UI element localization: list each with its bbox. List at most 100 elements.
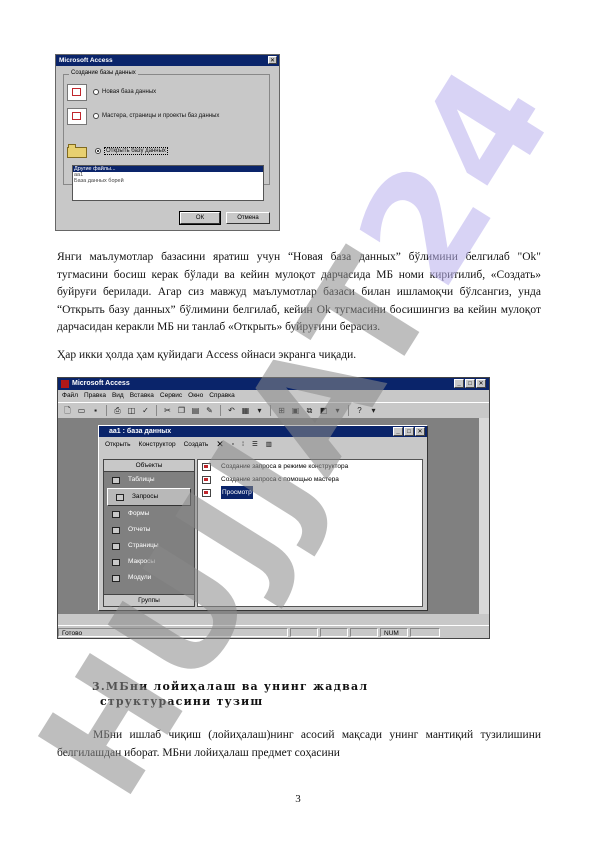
access-titlebar: Microsoft Access _ □ ✕ [58,378,489,390]
object-tables[interactable]: Таблицы [104,472,194,488]
option-wizard[interactable]: Мастера, страницы и проекты баз данных [67,105,219,127]
list-item-label: Создание запроса в режиме конструктора [221,463,349,470]
design-button[interactable]: Конструктор [139,441,176,448]
print-icon[interactable]: ⎙ [112,405,123,416]
save-icon[interactable]: ▪ [90,405,101,416]
recent-files-list[interactable]: Другие файлы... aa1 База данных борей [72,165,264,201]
object-reports[interactable]: Отчеты [104,522,194,538]
status-cell [290,627,318,637]
paragraph-1: Янги маълумотлар базасини яратиш учун “Н… [57,251,541,333]
chevron-down-icon[interactable]: ▾ [332,405,343,416]
object-label: Отчеты [128,526,151,533]
menu-insert[interactable]: Вставка [130,390,154,402]
radio-open-database[interactable] [95,148,101,154]
design-query-icon [202,462,211,471]
option-new-label: Новая база данных [102,89,157,95]
radio-new-database[interactable] [93,89,99,95]
maximize-icon[interactable]: □ [404,427,414,436]
object-macros[interactable]: Макросы [104,554,194,570]
status-text: Готово [58,627,288,637]
new-object-icon[interactable]: ◩ [318,405,329,416]
menu-bar: Файл Правка Вид Вставка Сервис Окно Спра… [58,390,489,402]
menu-view[interactable]: Вид [112,390,124,402]
option-open-label: Открыть базу данных [104,147,168,155]
chevron-down-icon[interactable]: ▾ [368,405,379,416]
menu-help[interactable]: Справка [209,390,235,402]
create-button[interactable]: Создать [184,441,209,448]
heading-line-1: 3.МБни лойиҳалаш ва унинг жадвал [92,680,369,693]
list-view-icon[interactable]: ☰ [252,440,258,448]
wizard-icon [67,107,87,125]
toolbar-divider [156,405,157,416]
paragraph-2: Ҳар икки ҳолда ҳам қуйидаги Access ойнас… [57,349,357,361]
small-icons-icon[interactable]: ⁞ [242,441,244,448]
object-label: Таблицы [128,476,155,483]
option-open-database[interactable]: Открыть базу данных [67,140,168,162]
list-item-label: Просмотр [221,486,253,499]
object-label: Страницы [128,542,159,549]
undo-icon[interactable]: ↶ [226,405,237,416]
format-painter-icon[interactable]: ✎ [204,405,215,416]
objects-panel: Объекты Таблицы Запросы Формы Отчеты Стр… [103,459,195,607]
object-label: Макросы [128,558,156,565]
objects-header[interactable]: Объекты [104,460,194,472]
window-controls: _ □ ✕ [453,379,486,388]
minimize-icon[interactable]: _ [454,379,464,388]
close-icon[interactable]: ✕ [415,427,425,436]
object-label: Запросы [132,493,159,500]
maximize-icon[interactable]: □ [465,379,475,388]
close-icon[interactable]: ✕ [268,56,277,64]
object-queries[interactable]: Запросы [107,488,191,506]
toolbar-divider [270,405,271,416]
folder-open-icon [67,143,89,159]
menu-edit[interactable]: Правка [84,390,106,402]
list-item[interactable]: Просмотр [198,486,422,499]
relationships-icon[interactable]: ⧉ [304,405,315,416]
file-item[interactable]: База данных борей [73,178,263,184]
office-links-icon[interactable]: ▦ [240,405,251,416]
details-view-icon[interactable]: ▥ [266,440,272,448]
spelling-icon[interactable]: ✓ [140,405,151,416]
macro-icon [112,558,120,566]
analyze-icon[interactable]: ⊞ [276,405,287,416]
dialog-titlebar: Microsoft Access ✕ [56,55,279,66]
option-new-database[interactable]: Новая база данных [67,81,156,103]
menu-file[interactable]: Файл [62,390,78,402]
vertical-scrollbar[interactable] [479,418,489,614]
help-icon[interactable]: ? [354,405,365,416]
minimize-icon[interactable]: _ [393,427,403,436]
ok-button[interactable]: ОК [179,211,221,225]
object-modules[interactable]: Модули [104,570,194,586]
object-pages[interactable]: Страницы [104,538,194,554]
cancel-button[interactable]: Отмена [226,212,270,224]
access-main-window: Microsoft Access _ □ ✕ Файл Правка Вид В… [57,377,490,639]
print-preview-icon[interactable]: ◫ [126,405,137,416]
copy-icon[interactable]: ❐ [176,405,187,416]
paragraph-3: МБни ишлаб чиқиш (лойиҳалаш)нинг асосий … [57,729,541,759]
report-icon [112,526,120,534]
status-cell [350,627,378,637]
page-number: 3 [295,793,301,805]
groups-header[interactable]: Группы [104,594,194,606]
open-button[interactable]: Открыть [105,441,131,448]
menu-window[interactable]: Окно [188,390,203,402]
cut-icon[interactable]: ✂ [162,405,173,416]
list-item[interactable]: Создание запроса с помощью мастера [198,473,422,486]
group-label: Создание базы данных [69,70,138,76]
properties-icon[interactable]: ▣ [290,405,301,416]
large-icons-icon[interactable]: ▫ [232,441,234,448]
chevron-down-icon[interactable]: ▾ [254,405,265,416]
toolbar-divider [106,405,107,416]
database-window: aa1 : база данных _ □ ✕ Открыть Конструк… [98,425,428,611]
queries-list: Создание запроса в режиме конструктора С… [197,459,423,607]
delete-icon[interactable]: ✕ [216,439,224,450]
access-app-icon [61,380,69,388]
list-item[interactable]: Создание запроса в режиме конструктора [198,460,422,473]
paste-icon[interactable]: ▤ [190,405,201,416]
close-icon[interactable]: ✕ [476,379,486,388]
object-forms[interactable]: Формы [104,506,194,522]
open-folder-icon[interactable]: ▭ [76,405,87,416]
radio-wizard[interactable] [93,113,99,119]
menu-tools[interactable]: Сервис [160,390,182,402]
new-file-icon[interactable]: 🗋 [62,405,73,416]
